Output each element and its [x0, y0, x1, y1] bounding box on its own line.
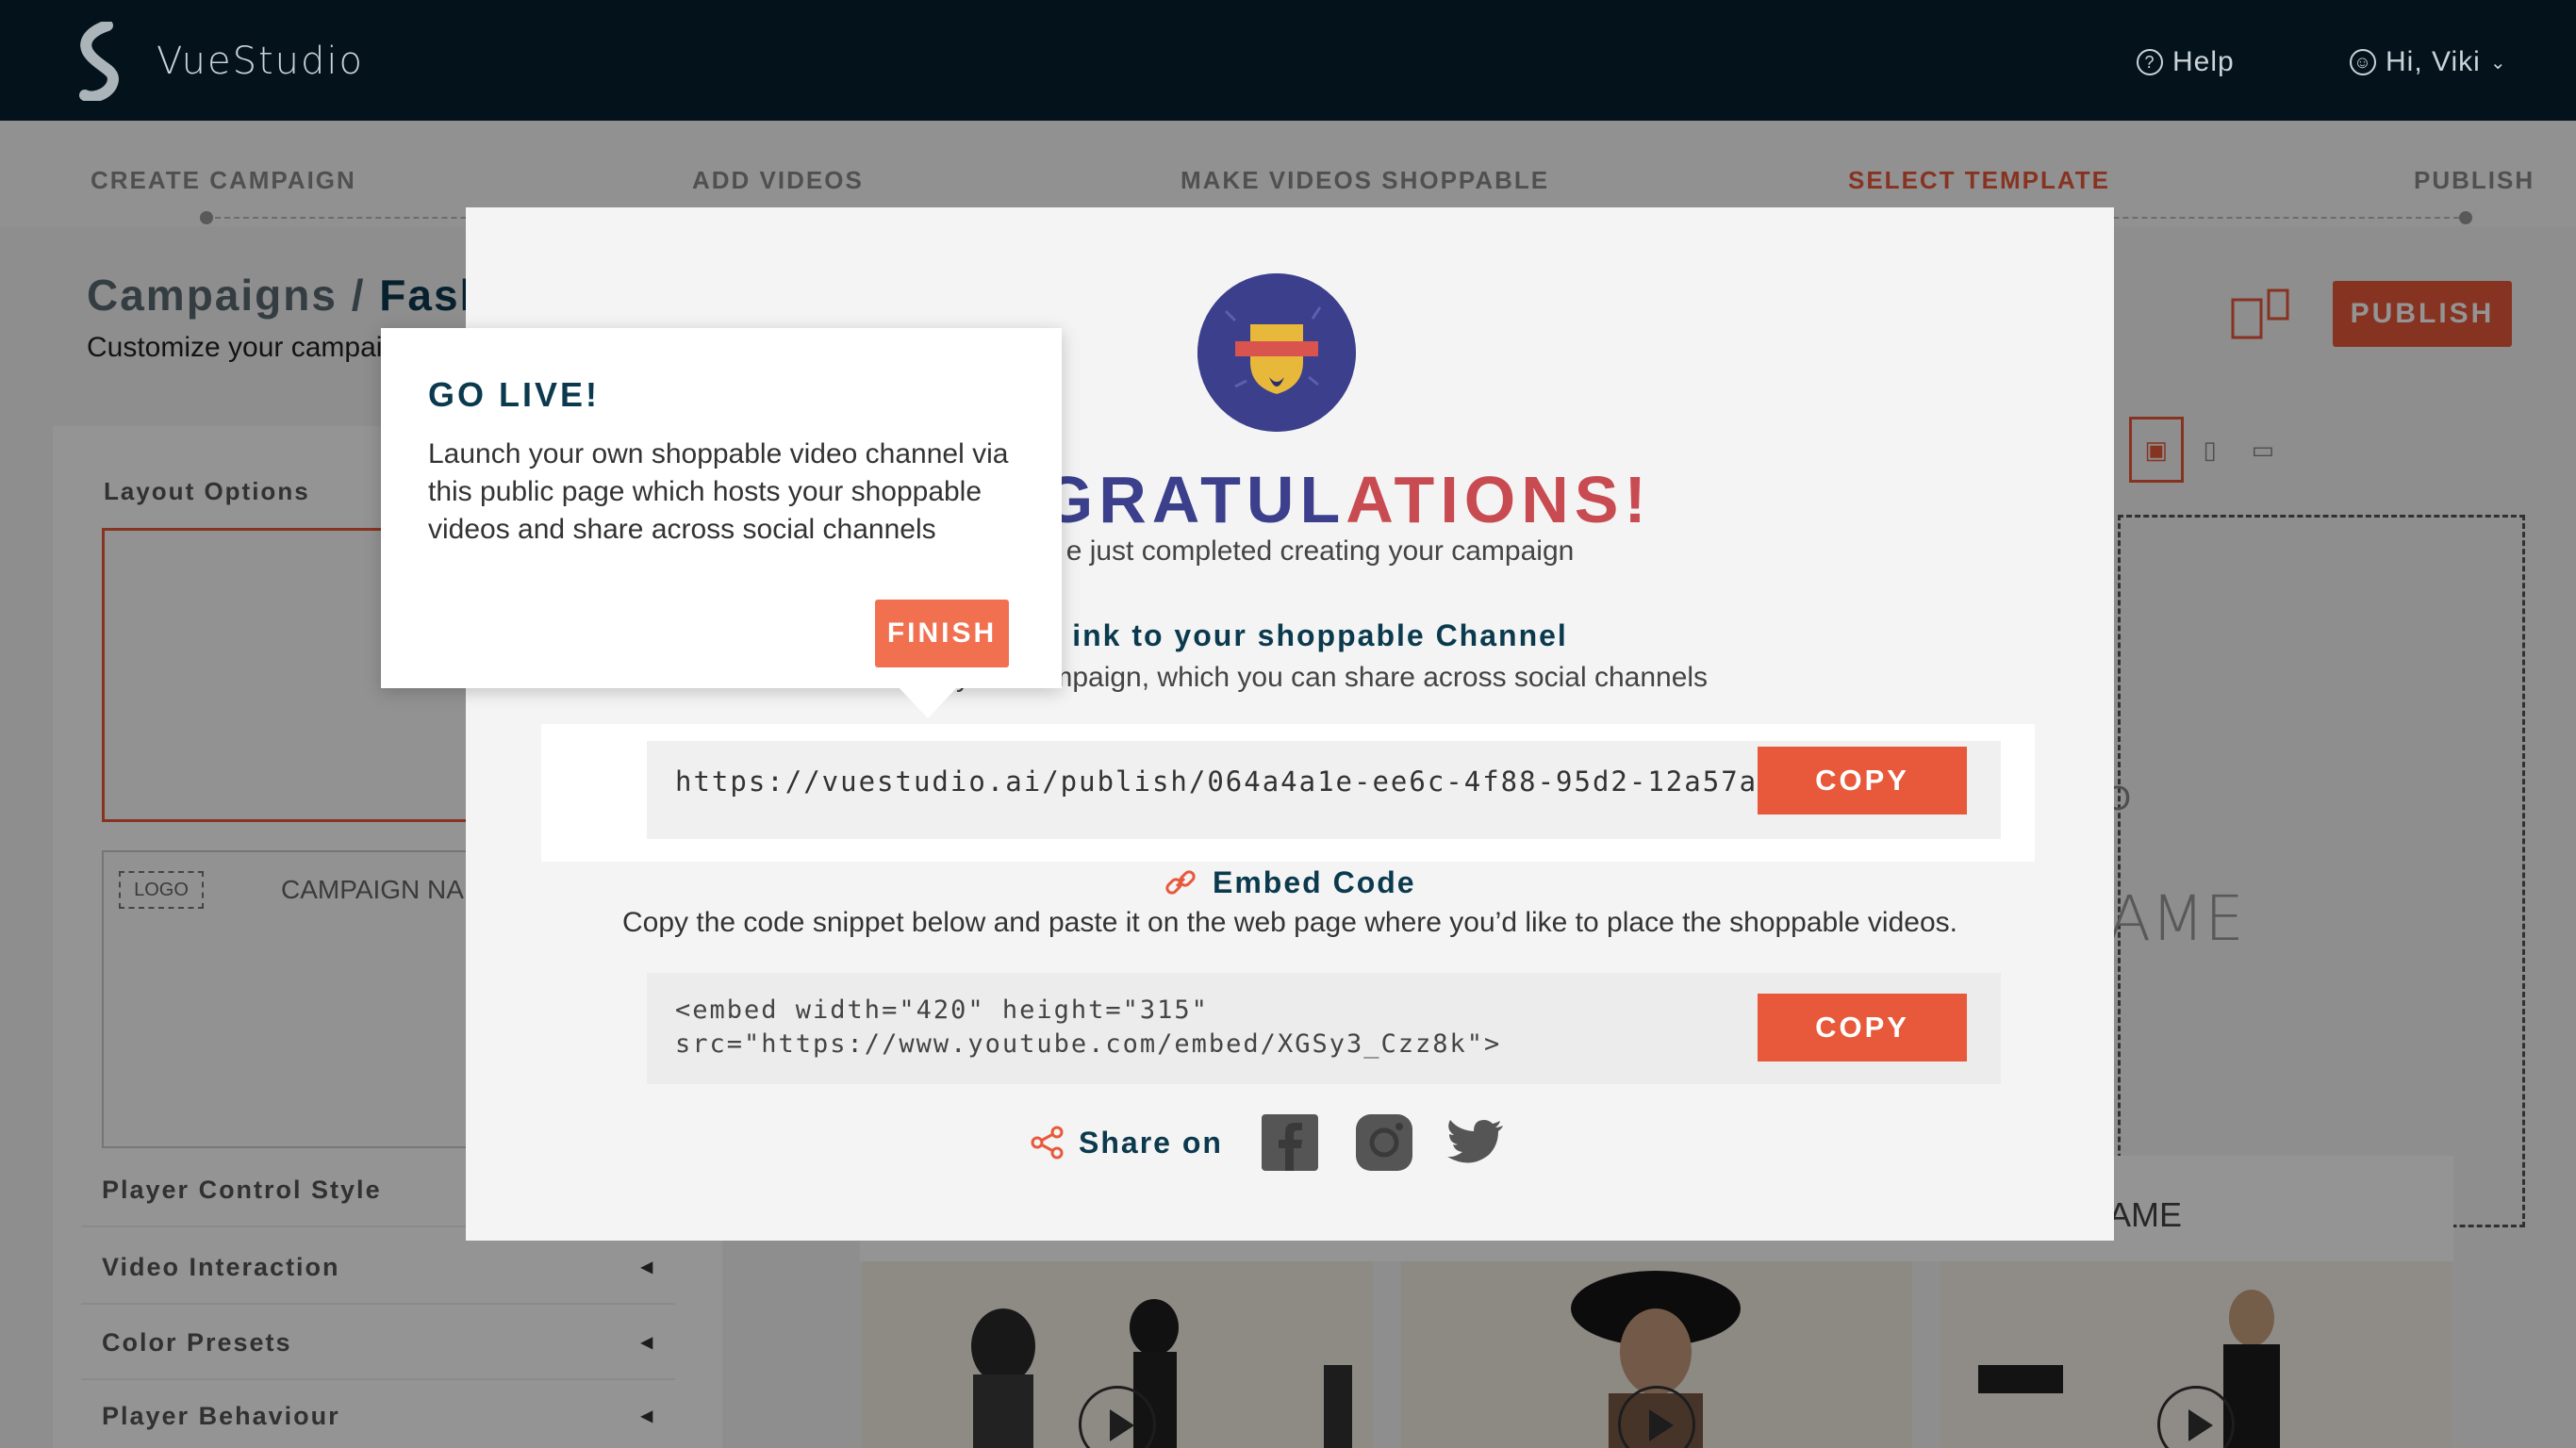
help-icon: ? — [2137, 49, 2163, 75]
copy-url-button[interactable]: COPY — [1758, 747, 1967, 814]
facebook-icon[interactable] — [1260, 1112, 1320, 1173]
help-label: Help — [2172, 46, 2235, 77]
user-label: Hi, Viki — [2386, 46, 2481, 77]
share-icon — [1031, 1126, 1064, 1160]
tooltip-arrow — [898, 686, 958, 718]
brand-name: VueStudio — [157, 40, 365, 83]
finish-button[interactable]: FINISH — [875, 600, 1009, 667]
tooltip-title: GO LIVE! — [428, 375, 601, 414]
trophy-badge-icon — [1197, 273, 1356, 432]
link-icon — [1165, 870, 1196, 895]
instagram-icon[interactable] — [1354, 1112, 1414, 1173]
vuestudio-logo-icon — [79, 22, 119, 101]
embed-code-description: Copy the code snippet below and paste it… — [622, 907, 1957, 938]
help-link[interactable]: ? Help — [2137, 41, 2235, 83]
chevron-down-icon: ⌄ — [2489, 52, 2507, 74]
embed-code-label: Embed Code — [1213, 864, 1416, 899]
brand-logo[interactable]: VueStudio — [70, 19, 390, 104]
embed-code-snippet[interactable]: <embed width="420" height="315" src="htt… — [675, 994, 1501, 1061]
copy-embed-button[interactable]: COPY — [1758, 994, 1967, 1061]
share-on-label: Share on — [1030, 1122, 1223, 1163]
channel-url-text[interactable]: https://vuestudio.ai/publish/064a4a1e-ee… — [675, 765, 1886, 798]
share-label: Share on — [1079, 1125, 1223, 1160]
twitter-icon[interactable] — [1446, 1112, 1507, 1173]
user-icon: ☺ — [2350, 49, 2376, 75]
tooltip-body: Launch your own shoppable video channel … — [428, 438, 1009, 545]
heading-part2: ATIONS! — [1346, 463, 1652, 536]
user-menu[interactable]: ☺ Hi, Viki ⌄ — [2350, 41, 2507, 83]
embed-code-title: Embed Code — [1164, 864, 1416, 901]
